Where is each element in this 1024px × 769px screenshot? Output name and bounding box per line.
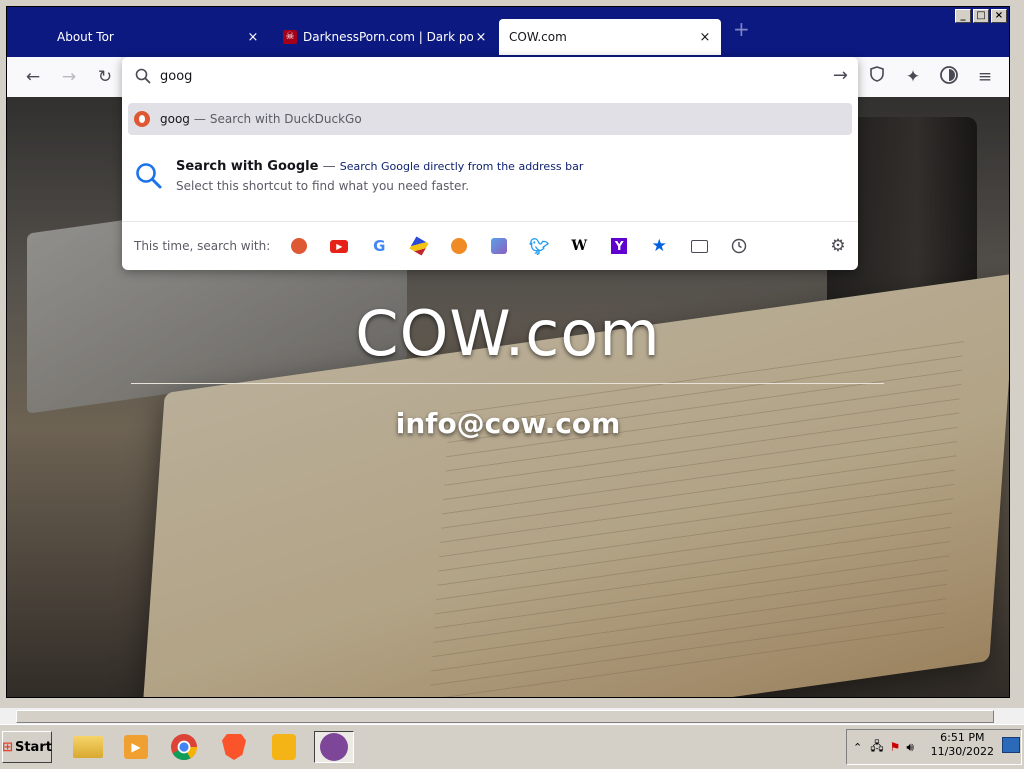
- network-icon[interactable]: 🖧︎: [870, 737, 883, 758]
- history-clock-icon[interactable]: [728, 235, 750, 257]
- menu-icon[interactable]: ≡: [973, 65, 997, 89]
- tab-cow[interactable]: COW.com ×: [499, 19, 721, 55]
- gear-icon[interactable]: ⚙: [828, 236, 848, 256]
- tab-title: DarknessPorn.com | Dark porn - br: [303, 30, 473, 44]
- start-label: Start: [14, 739, 52, 755]
- duckduckgo-icon: [134, 111, 150, 127]
- cube-engine-icon[interactable]: [408, 235, 430, 257]
- windows-flag-icon: ⊞: [2, 739, 13, 755]
- app-icon[interactable]: [264, 731, 304, 763]
- shortcut-title: Search with Google: [176, 159, 319, 174]
- shortcut-hint: Select this shortcut to find what you ne…: [176, 179, 470, 193]
- suggestion-google-shortcut[interactable]: Search with Google — Search Google direc…: [134, 157, 834, 201]
- tor-browser-icon[interactable]: [314, 731, 354, 763]
- go-arrow-icon[interactable]: →: [833, 65, 848, 86]
- twitter-icon[interactable]: 🐦︎: [528, 235, 550, 257]
- suggestion-duckduckgo[interactable]: goog — Search with DuckDuckGo: [128, 103, 852, 135]
- shortcut-subtitle: Search Google directly from the address …: [339, 160, 584, 173]
- one-off-search-bar: This time, search with: ▶ G 🐦︎ W Y ★ ⚙: [134, 227, 850, 265]
- shortcut-line: Search with Google — Search Google direc…: [176, 159, 583, 174]
- urlbar-popup: → goog — Search with DuckDuckGo Search w…: [122, 57, 858, 270]
- tab-close-icon[interactable]: ×: [697, 30, 713, 45]
- suggestion-query: goog: [160, 112, 190, 126]
- show-desktop-icon[interactable]: [1002, 737, 1020, 753]
- action-center-icon[interactable]: ⚑: [890, 740, 901, 754]
- search-icon: [136, 163, 162, 189]
- taskbar: ⊞ Start ▶ ⌃ 🖧︎ ⚑ 🔊︎ 6:51 PM 11/30/2022: [0, 724, 1024, 769]
- tab-close-icon[interactable]: ×: [245, 30, 261, 45]
- horizontal-scrollbar[interactable]: [0, 708, 1024, 724]
- volume-icon[interactable]: 🔊︎: [906, 740, 914, 755]
- site-favicon-icon: ☠: [283, 30, 297, 44]
- reload-icon[interactable]: ↻: [93, 65, 117, 89]
- tab-strip: About Tor × ☠ DarknessPorn.com | Dark po…: [7, 17, 1009, 57]
- tab-close-icon[interactable]: ×: [473, 30, 489, 45]
- tor-circuit-icon[interactable]: [937, 65, 961, 89]
- tab-title: COW.com: [509, 30, 567, 44]
- clock-time: 6:51 PM: [940, 731, 985, 744]
- shield-icon[interactable]: [865, 65, 889, 89]
- duckduckgo-icon[interactable]: [288, 235, 310, 257]
- magic-wand-icon[interactable]: ✦: [901, 65, 925, 89]
- suggestion-action: Search with DuckDuckGo: [209, 112, 362, 126]
- divider: [131, 383, 884, 384]
- file-explorer-icon[interactable]: [68, 731, 108, 763]
- show-hidden-icons-icon[interactable]: ⌃: [853, 741, 862, 754]
- clock-date: 11/30/2022: [930, 745, 994, 758]
- new-tab-button[interactable]: +: [733, 17, 750, 41]
- forward-arrow-icon[interactable]: →: [57, 65, 81, 89]
- media-player-icon[interactable]: ▶: [116, 731, 156, 763]
- tab-about-tor[interactable]: About Tor ×: [43, 17, 269, 57]
- clock[interactable]: 6:51 PM 11/30/2022: [931, 731, 994, 759]
- suggestion-separator: —: [193, 112, 206, 126]
- one-off-label: This time, search with:: [134, 239, 271, 253]
- startpage-icon[interactable]: [448, 235, 470, 257]
- address-bar-input[interactable]: [160, 65, 800, 87]
- chrome-icon[interactable]: [164, 731, 204, 763]
- tab-darknessporn[interactable]: ☠ DarknessPorn.com | Dark porn - br ×: [269, 17, 497, 57]
- shortcut-separator: —: [322, 159, 336, 174]
- site-brand-title: COW.com: [355, 297, 661, 370]
- scrollbar-thumb[interactable]: [16, 710, 994, 723]
- youtube-icon[interactable]: ▶: [328, 235, 350, 257]
- start-button[interactable]: ⊞ Start: [2, 731, 52, 763]
- tab-title: About Tor: [57, 30, 114, 44]
- search-icon: [135, 68, 151, 84]
- wikipedia-icon[interactable]: W: [568, 235, 590, 257]
- one-off-separator: [122, 221, 858, 222]
- contact-email[interactable]: info@cow.com: [7, 407, 1009, 440]
- yahoo-icon[interactable]: Y: [608, 235, 630, 257]
- google-icon[interactable]: G: [368, 235, 390, 257]
- bookmark-star-icon[interactable]: ★: [648, 235, 670, 257]
- urlbar-input-row: →: [122, 57, 858, 95]
- tabs-icon[interactable]: [688, 235, 710, 257]
- back-arrow-icon[interactable]: ←: [21, 65, 45, 89]
- wikimedia-map-icon[interactable]: [488, 235, 510, 257]
- brave-icon[interactable]: [214, 731, 254, 763]
